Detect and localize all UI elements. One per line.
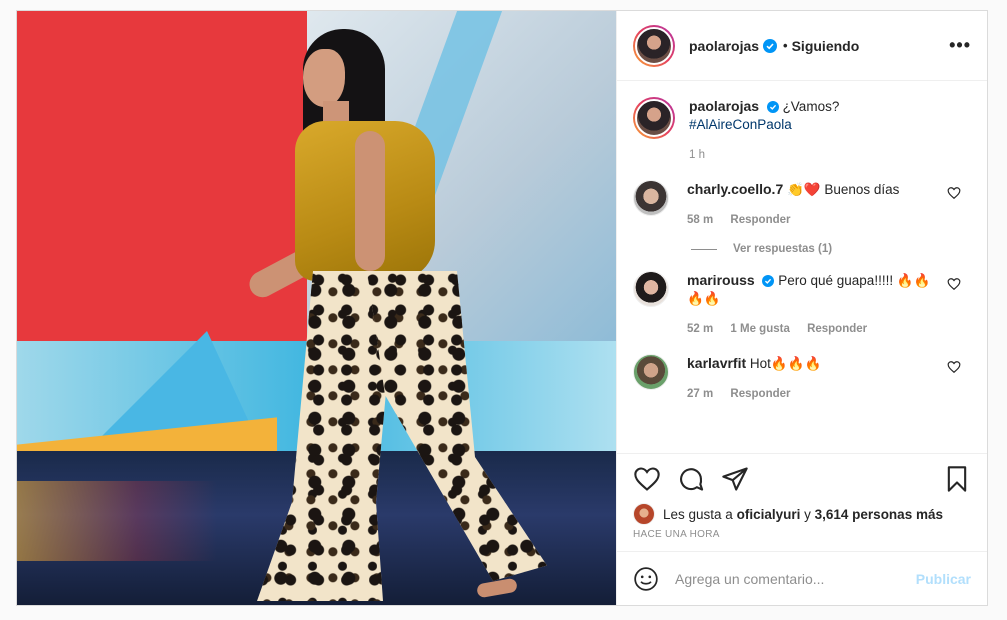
author-username[interactable]: paolarojas [689, 38, 759, 54]
comment-text: Hot🔥🔥🔥 [749, 356, 822, 371]
comment-input[interactable] [675, 570, 916, 587]
likes-text: Les gusta a oficialyuri y 3,614 personas… [663, 507, 943, 522]
reply-button[interactable]: Responder [730, 388, 790, 400]
comment-meta: 27 m Responder [687, 385, 947, 403]
post-header: paolarojas • Siguiendo ••• [617, 11, 987, 81]
post-timestamp[interactable]: HACE UNA HORA [617, 525, 987, 551]
publish-button[interactable]: Publicar [916, 571, 971, 587]
comment-meta: 58 m Responder [687, 211, 947, 229]
caption-time: 1 h [689, 149, 705, 161]
likes-prefix: Les gusta a [663, 506, 733, 522]
add-comment-bar: Publicar [617, 551, 987, 605]
view-replies-label: Ver respuestas (1) [733, 243, 833, 255]
comment-item: marirouss Pero qué guapa!!!!! 🔥🔥🔥🔥 52 m … [633, 271, 971, 338]
pants-leg-right [367, 271, 547, 581]
photo-floor-reflection [17, 481, 217, 561]
comment-username[interactable]: karlavrfit [687, 355, 746, 371]
person-leopard-pants [237, 271, 547, 601]
comment-time: 27 m [687, 388, 714, 400]
following-button[interactable]: Siguiendo [792, 38, 860, 54]
comment-likes[interactable]: 1 Me gusta [730, 323, 789, 335]
comment-time: 52 m [687, 323, 714, 335]
replies-line [691, 248, 717, 250]
comment-body: karlavrfit Hot🔥🔥🔥 27 m Responder [687, 354, 971, 403]
caption-body: paolarojas ¿Vamos? #AlAireConPaola 1 h [689, 97, 839, 164]
comment-body: charly.coello.7 👏❤️ Buenos días 58 m Res… [687, 180, 971, 229]
comment-item: karlavrfit Hot🔥🔥🔥 27 m Responder [633, 354, 971, 403]
likes-middle: y [804, 506, 811, 522]
reply-button[interactable]: Responder [807, 323, 867, 335]
post-caption: paolarojas ¿Vamos? #AlAireConPaola 1 h [633, 97, 971, 164]
comment-avatar[interactable] [633, 354, 669, 390]
heart-icon[interactable] [947, 277, 961, 291]
post-actions [617, 453, 987, 503]
heart-icon[interactable] [633, 465, 661, 493]
comment-item: charly.coello.7 👏❤️ Buenos días 58 m Res… [633, 180, 971, 229]
header-separator: • [783, 38, 788, 53]
comment-icon[interactable] [677, 465, 705, 493]
likes-count[interactable]: 3,614 personas más [815, 507, 943, 522]
post-photo[interactable] [17, 11, 616, 605]
likes-summary: Les gusta a oficialyuri y 3,614 personas… [617, 503, 987, 525]
more-icon[interactable]: ••• [949, 35, 971, 56]
comment-avatar[interactable] [633, 180, 669, 216]
caption-avatar[interactable] [633, 97, 675, 139]
author-avatar[interactable] [633, 24, 675, 67]
verified-icon [766, 101, 779, 114]
comments-list[interactable]: paolarojas ¿Vamos? #AlAireConPaola 1 h c… [617, 81, 987, 453]
comment-text: 👏❤️ Buenos días [787, 182, 900, 197]
caption-hashtag[interactable]: #AlAireConPaola [689, 117, 792, 132]
verified-icon [762, 275, 775, 288]
person-arm-right [355, 131, 385, 271]
caption-username[interactable]: paolarojas [689, 98, 759, 114]
comment-time: 58 m [687, 214, 714, 226]
instagram-post: paolarojas • Siguiendo ••• paolarojas ¿V… [16, 10, 988, 606]
post-sidebar: paolarojas • Siguiendo ••• paolarojas ¿V… [616, 11, 987, 605]
reply-button[interactable]: Responder [730, 214, 790, 226]
comment-username[interactable]: charly.coello.7 [687, 181, 783, 197]
caption-text: ¿Vamos? [782, 99, 840, 114]
photo-person [207, 21, 567, 605]
heart-icon[interactable] [947, 360, 961, 374]
comment-avatar[interactable] [633, 271, 669, 307]
heart-icon[interactable] [947, 186, 961, 200]
likes-user[interactable]: oficialyuri [737, 507, 801, 522]
comment-username[interactable]: marirouss [687, 272, 755, 288]
person-face [303, 49, 345, 107]
verified-icon [763, 38, 778, 53]
emoji-icon[interactable] [633, 566, 659, 592]
view-replies-button[interactable]: Ver respuestas (1) [691, 243, 971, 255]
comment-body: marirouss Pero qué guapa!!!!! 🔥🔥🔥🔥 52 m … [687, 271, 971, 338]
comment-meta: 52 m 1 Me gusta Responder [687, 320, 947, 338]
bookmark-icon[interactable] [943, 465, 971, 493]
share-icon[interactable] [721, 465, 749, 493]
likes-avatar[interactable] [633, 503, 655, 525]
